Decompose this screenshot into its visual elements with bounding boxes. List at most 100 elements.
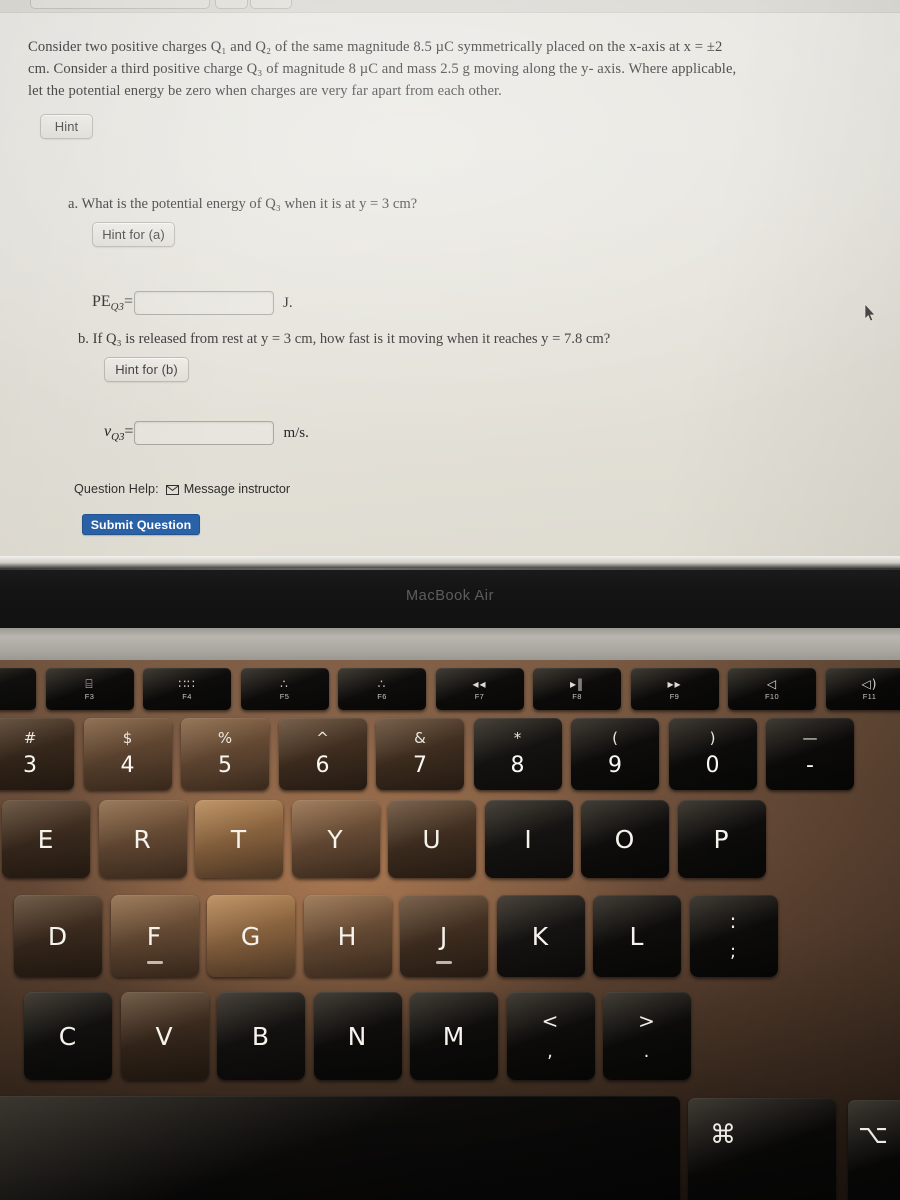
key-h-label: H — [337, 921, 358, 951]
key-e[interactable]: E — [2, 800, 90, 878]
key-h[interactable]: H — [303, 895, 392, 977]
key-f6[interactable]: ∴ F6 — [338, 668, 426, 710]
message-instructor-link[interactable]: Message instructor — [165, 482, 290, 496]
key-c[interactable]: C — [24, 992, 112, 1080]
key-m[interactable]: M — [410, 992, 498, 1080]
hint-for-b-label: Hint for (b) — [115, 362, 178, 377]
key-period[interactable]: >. — [603, 992, 691, 1080]
key-f5[interactable]: ∴ F5 — [240, 668, 329, 710]
key-f10-mute[interactable]: ◁ F10 — [728, 668, 816, 710]
key-p[interactable]: P — [677, 800, 766, 878]
key-o-label: O — [614, 824, 636, 854]
hint-button[interactable]: Hint — [40, 114, 93, 139]
key-f11-volume-down[interactable]: ◁) F11 — [825, 668, 900, 710]
part-a-question: a. What is the potential energy of Q₃ wh… — [68, 194, 728, 215]
key-f7-rewind[interactable]: ◂◂ F7 — [435, 668, 524, 710]
f8-playpause-glyph: ▸‖ — [569, 676, 585, 691]
key-3[interactable]: #3 — [0, 718, 74, 790]
key-5-digit: 5 — [217, 753, 232, 778]
submit-question-button[interactable]: Submit Question — [82, 514, 200, 535]
key-v[interactable]: V — [120, 992, 209, 1080]
part-a-question-text: a. What is the potential energy of Q₃ wh… — [68, 196, 418, 212]
key--[interactable]: — - — [766, 718, 854, 790]
key-j[interactable]: J — [400, 895, 488, 977]
key-d[interactable]: D — [14, 895, 102, 977]
f9-forward-glyph: ▸▸ — [667, 676, 682, 691]
part-b-answer-label: vQ3= — [104, 422, 134, 444]
hint-for-a-label: Hint for (a) — [102, 227, 165, 242]
key-e-label: E — [37, 824, 55, 854]
key-y[interactable]: Y — [291, 800, 380, 878]
browser-tab-1[interactable] — [30, 0, 210, 9]
part-a-answer-input[interactable] — [134, 291, 274, 315]
key---digit: - — [806, 753, 814, 778]
key-9[interactable]: (9 — [571, 718, 659, 790]
key-comma[interactable]: <, — [506, 992, 595, 1080]
key-4-digit: 4 — [120, 753, 135, 778]
key-semicolon[interactable]: :; — [689, 895, 778, 977]
key-o[interactable]: O — [581, 800, 669, 878]
key-0[interactable]: ) 0 — [668, 718, 757, 790]
f3-glyph: ⌸ — [85, 676, 94, 691]
key-u[interactable]: U — [388, 800, 476, 878]
question-help-label: Question Help: — [74, 482, 159, 496]
envelope-icon — [165, 484, 179, 495]
key-4-symbol: $ — [122, 729, 133, 747]
part-a-answer-label: PEQ3= — [92, 292, 133, 314]
key-g-label: G — [240, 921, 262, 951]
part-a-answer-row: PEQ3= J. — [92, 291, 293, 315]
part-b-question-text: b. If Q₃ is released from rest at y = 3 … — [78, 331, 611, 347]
key-i[interactable]: I — [484, 800, 573, 878]
key-sheen — [0, 1096, 680, 1200]
f8-playpause-label: F8 — [572, 691, 582, 701]
key-g[interactable]: G — [207, 895, 295, 977]
key-9-symbol: ( — [612, 729, 618, 747]
key-f2[interactable]: ☼F2 — [0, 668, 36, 710]
f7-rewind-glyph: ◂◂ — [472, 676, 487, 691]
browser-tab-3[interactable] — [250, 0, 292, 9]
key-period-top: > — [638, 1009, 656, 1033]
hint-for-a-button[interactable]: Hint for (a) — [92, 222, 175, 247]
key-spacebar[interactable] — [0, 1096, 680, 1200]
browser-tab-2[interactable] — [215, 0, 248, 9]
key-6-digit: 6 — [315, 753, 330, 778]
key-t[interactable]: T — [195, 800, 283, 878]
f7-rewind-label: F7 — [474, 691, 485, 701]
key-0-digit: 0 — [705, 753, 720, 778]
key-n-label: N — [347, 1021, 368, 1051]
key-t-label: T — [230, 824, 248, 854]
key-f[interactable]: F — [110, 895, 199, 977]
key-option[interactable]: ⌥ — [848, 1100, 900, 1200]
key-f3[interactable]: ⌸ F3 — [45, 668, 134, 710]
key-f9-forward[interactable]: ▸▸ F9 — [630, 668, 719, 710]
key-command[interactable]: ⌘ — [688, 1098, 836, 1200]
hint-for-b-button[interactable]: Hint for (b) — [104, 357, 189, 382]
key-n[interactable]: N — [313, 992, 402, 1080]
key-sheen — [848, 1100, 900, 1200]
key-d-label: D — [47, 921, 69, 951]
key-5[interactable]: % 5 — [181, 718, 269, 790]
key-f8-playpause[interactable]: ▸‖ F8 — [533, 668, 621, 710]
key-8-symbol: * — [513, 729, 522, 747]
key-6[interactable]: ^ 6 — [278, 718, 367, 790]
key-f4[interactable]: ∷∷ F4 — [143, 668, 231, 710]
part-b-answer-input[interactable] — [134, 421, 275, 445]
key-r[interactable]: R — [98, 800, 187, 878]
laptop-keyboard: ☼F2⌸F3∷∷F4∴F5∴F6◂◂F7▸‖F8▸▸F9◁F10◁)F11 #3… — [0, 660, 900, 1200]
problem-statement: Consider two positive charges Q₁ and Q₂ … — [28, 36, 744, 102]
part-b-answer-row: vQ3= m/s. — [104, 421, 309, 445]
f5-label: F5 — [279, 691, 290, 701]
key-4[interactable]: $4 — [83, 718, 172, 790]
key-l[interactable]: L — [593, 895, 681, 977]
part-a-unit: J. — [283, 294, 293, 311]
key-k[interactable]: K — [496, 895, 585, 977]
key-9-digit: 9 — [608, 753, 622, 778]
key-u-label: U — [422, 824, 442, 854]
f9-forward-label: F9 — [669, 691, 680, 701]
option-icon: ⌥ — [858, 1120, 888, 1150]
key-7[interactable]: & 7 — [376, 718, 464, 790]
key-b[interactable]: B — [217, 992, 305, 1080]
key-k-label: K — [531, 921, 550, 951]
home-row-bump-indicator — [436, 961, 452, 964]
key-8[interactable]: * 8 — [473, 718, 562, 790]
